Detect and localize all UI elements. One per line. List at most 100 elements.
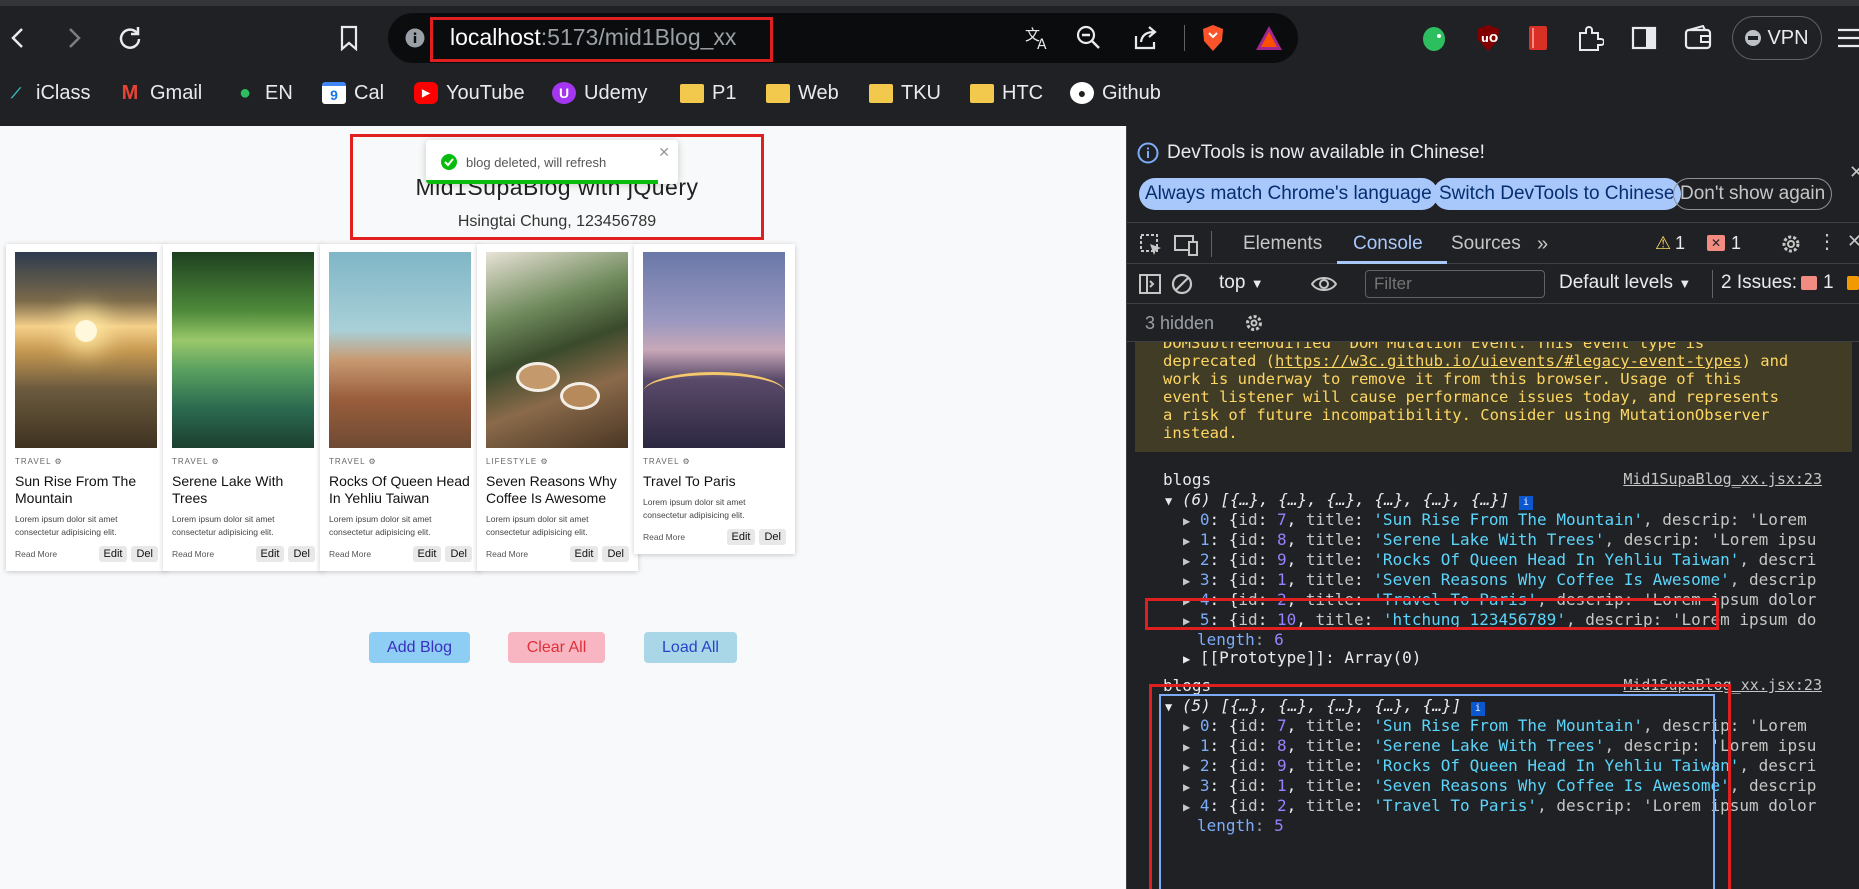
- tab-sources[interactable]: Sources: [1451, 233, 1521, 255]
- bookmark-iclass[interactable]: ⟋ iClass: [4, 79, 90, 107]
- card-image-paris: [643, 252, 785, 448]
- dont-show-again-button[interactable]: Don't show again: [1673, 178, 1833, 210]
- add-blog-button[interactable]: Add Blog: [369, 632, 470, 663]
- back-button[interactable]: [0, 20, 36, 56]
- wallet-button[interactable]: [1680, 20, 1716, 56]
- bookmark-folder-htc[interactable]: HTC: [970, 79, 1043, 107]
- bookmark-folder-tku[interactable]: TKU: [869, 79, 941, 107]
- site-info-icon[interactable]: [404, 27, 426, 49]
- bookmark-button[interactable]: [331, 20, 367, 56]
- warning-link[interactable]: https://w3c.github.io/uievents/#legacy-e…: [1275, 352, 1742, 370]
- edit-button[interactable]: Edit: [98, 546, 128, 562]
- entry-index: 3: [1199, 570, 1210, 589]
- brave-rewards-icon[interactable]: [1254, 24, 1284, 52]
- bookmark-en[interactable]: ● EN: [233, 79, 293, 107]
- kebab-menu-icon[interactable]: ⋮: [1817, 229, 1837, 254]
- edit-button[interactable]: Edit: [412, 546, 442, 562]
- error-icon[interactable]: ✕: [1707, 235, 1725, 251]
- read-more-link[interactable]: Read More: [329, 549, 409, 559]
- close-infobar-icon[interactable]: ✕: [1849, 162, 1859, 183]
- clear-all-button[interactable]: Clear All: [508, 632, 605, 663]
- edit-button[interactable]: Edit: [569, 546, 599, 562]
- entry-title: 'Sun Rise From The Mountain': [1373, 510, 1644, 529]
- delete-button[interactable]: Del: [288, 546, 315, 562]
- delete-button[interactable]: Del: [445, 546, 472, 562]
- warning-line: instead.: [1163, 424, 1238, 442]
- tab-console[interactable]: Console: [1353, 233, 1423, 255]
- error-count[interactable]: 1: [1731, 233, 1741, 254]
- bookmark-folder-web[interactable]: Web: [766, 79, 839, 107]
- book-extension[interactable]: [1520, 20, 1556, 56]
- evernote-extension[interactable]: [1416, 20, 1452, 56]
- close-devtools-icon[interactable]: ✕: [1847, 231, 1859, 252]
- device-toolbar-icon[interactable]: [1173, 233, 1199, 257]
- toast-close-icon[interactable]: ✕: [658, 144, 670, 161]
- clear-console-icon[interactable]: [1171, 273, 1193, 295]
- wallet-icon: [1684, 25, 1712, 50]
- extensions-button[interactable]: [1572, 20, 1608, 56]
- array-entry-row[interactable]: ▶ 3: {id: 1, title: 'Seven Reasons Why C…: [1183, 570, 1859, 591]
- toast-notification[interactable]: blog deleted, will refresh ✕: [426, 140, 678, 184]
- array-entry-row[interactable]: ▶ 1: {id: 8, title: 'Serene Lake With Tr…: [1183, 530, 1859, 551]
- bookmark-udemy[interactable]: U Udemy: [552, 79, 647, 107]
- translate-icon[interactable]: 文A: [1024, 25, 1052, 51]
- edit-button[interactable]: Edit: [255, 546, 285, 562]
- tab-elements[interactable]: Elements: [1243, 233, 1322, 255]
- menu-button[interactable]: [1830, 20, 1859, 56]
- array-entry-row[interactable]: ▶ 2: {id: 9, title: 'Rocks Of Queen Head…: [1183, 550, 1859, 571]
- array-entry-row[interactable]: ▶ 0: {id: 7, title: 'Sun Rise From The M…: [1183, 510, 1859, 531]
- read-more-link[interactable]: Read More: [486, 549, 566, 559]
- card-title: Travel To Paris: [643, 473, 736, 489]
- bookmark-youtube[interactable]: ▶ YouTube: [414, 79, 525, 107]
- context-selector[interactable]: top ▼: [1219, 272, 1264, 294]
- load-all-button[interactable]: Load All: [644, 632, 737, 663]
- console-settings-gear-icon[interactable]: [1243, 312, 1265, 334]
- bookmark-gmail[interactable]: M Gmail: [118, 79, 203, 107]
- log-levels-dropdown[interactable]: Default levels ▼: [1559, 272, 1691, 294]
- youtube-icon: ▶: [414, 82, 438, 104]
- match-language-button[interactable]: Always match Chrome's language: [1139, 178, 1438, 210]
- vpn-button[interactable]: VPN: [1732, 16, 1822, 60]
- issues-counter[interactable]: 2 Issues:: [1721, 272, 1797, 294]
- collapsed-arrow-icon: ▶: [1183, 534, 1191, 548]
- edit-button[interactable]: Edit: [726, 529, 756, 545]
- delete-button[interactable]: Del: [759, 529, 786, 545]
- collapsed-arrow-icon: ▶: [1183, 554, 1191, 568]
- prototype-row[interactable]: ▶ [[Prototype]]: Array(0): [1183, 648, 1859, 669]
- reload-button[interactable]: [112, 20, 148, 56]
- bookmark-cal[interactable]: 9 Cal: [322, 79, 384, 107]
- entry-tail: , descrip: [1729, 776, 1817, 795]
- bookmark-github[interactable]: ● Github: [1070, 79, 1161, 107]
- source-link[interactable]: Mid1SupaBlog_xx.jsx:23: [1623, 470, 1822, 488]
- iclass-icon: ⟋: [11, 84, 21, 101]
- bookmark-folder-p1[interactable]: P1: [680, 79, 736, 107]
- eye-icon[interactable]: [1311, 274, 1337, 294]
- switch-chinese-button[interactable]: Switch DevTools to Chinese: [1433, 178, 1681, 210]
- dropdown-arrow-icon: ▼: [1250, 276, 1264, 291]
- sidebar-toggle-icon[interactable]: [1139, 274, 1161, 294]
- ublock-extension[interactable]: uO: [1470, 20, 1506, 56]
- warning-icon[interactable]: ⚠: [1655, 233, 1671, 254]
- card-category: TRAVEL ⚙: [643, 457, 691, 466]
- bookmark-label: Web: [798, 81, 839, 104]
- more-tabs-icon[interactable]: »: [1537, 233, 1548, 256]
- console-filter-input[interactable]: [1365, 270, 1545, 298]
- devtools-tabbar: Elements Console Sources » ⚠ 1 ✕ 1 ⋮ ✕: [1127, 222, 1859, 264]
- forward-button[interactable]: [56, 20, 92, 56]
- read-more-link[interactable]: Read More: [643, 532, 723, 542]
- share-icon[interactable]: [1132, 24, 1160, 52]
- read-more-link[interactable]: Read More: [15, 549, 95, 559]
- warning-count[interactable]: 1: [1675, 233, 1685, 254]
- inspect-element-icon[interactable]: [1139, 233, 1163, 257]
- array-header[interactable]: ▼ (6) [{…}, {…}, {…}, {…}, {…}, {…}] i: [1165, 490, 1859, 511]
- zoom-out-icon[interactable]: [1076, 25, 1102, 51]
- settings-gear-icon[interactable]: [1779, 232, 1803, 256]
- collapsed-arrow-icon: ▶: [1183, 514, 1191, 528]
- delete-button[interactable]: Del: [602, 546, 629, 562]
- card-title: Rocks Of Queen Head In Yehliu Taiwan: [329, 473, 470, 506]
- brave-shield-icon[interactable]: [1200, 23, 1226, 53]
- read-more-link[interactable]: Read More: [172, 549, 252, 559]
- delete-button[interactable]: Del: [131, 546, 158, 562]
- sidebar-button[interactable]: [1626, 20, 1662, 56]
- hidden-messages-row: 3 hidden: [1127, 304, 1859, 342]
